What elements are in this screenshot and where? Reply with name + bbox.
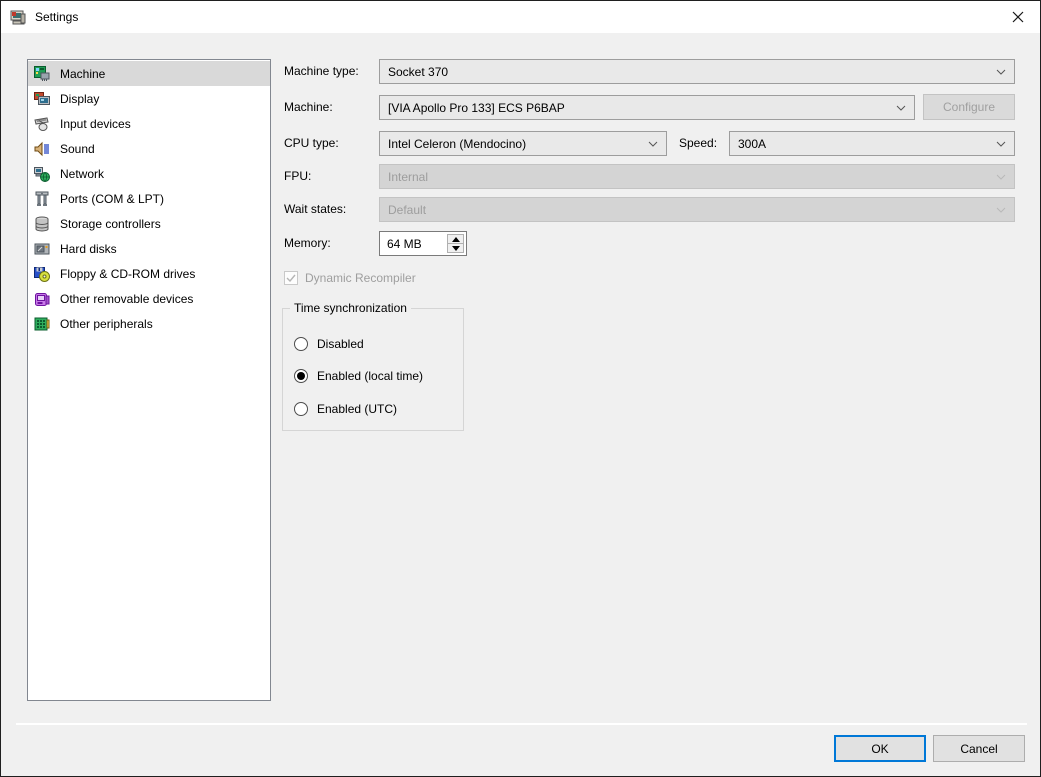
sidebar-item-label: Hard disks bbox=[60, 242, 117, 256]
close-button[interactable] bbox=[995, 1, 1040, 32]
sidebar-item-label: Network bbox=[60, 167, 104, 181]
speed-select[interactable]: 300A bbox=[729, 131, 1015, 156]
time-sync-legend: Time synchronization bbox=[290, 300, 411, 316]
checkbox-box bbox=[284, 271, 298, 285]
fpu-value: Internal bbox=[388, 170, 428, 184]
dynamic-recompiler-label: Dynamic Recompiler bbox=[305, 271, 416, 285]
input-devices-icon bbox=[34, 116, 50, 132]
sidebar-item-label: Ports (COM & LPT) bbox=[60, 192, 164, 206]
wait-states-label: Wait states: bbox=[284, 197, 346, 222]
wait-states-value: Default bbox=[388, 203, 426, 217]
footer-separator bbox=[16, 723, 1027, 725]
chevron-down-icon bbox=[648, 141, 658, 147]
machine-label: Machine: bbox=[284, 95, 333, 120]
sound-icon bbox=[34, 141, 50, 157]
sidebar-item-machine[interactable]: Machine bbox=[28, 61, 270, 86]
sidebar-item-hard-disks[interactable]: Hard disks bbox=[28, 236, 270, 261]
spin-up-button[interactable] bbox=[448, 235, 463, 244]
cancel-button[interactable]: Cancel bbox=[933, 735, 1025, 762]
spin-down-button[interactable] bbox=[448, 244, 463, 252]
arrow-up-icon bbox=[452, 237, 460, 242]
sidebar-item-display[interactable]: Display bbox=[28, 86, 270, 111]
speed-label: Speed: bbox=[679, 131, 717, 156]
ok-button[interactable]: OK bbox=[834, 735, 926, 762]
memory-spinner[interactable]: 64 MB bbox=[379, 231, 467, 256]
cpu-type-select[interactable]: Intel Celeron (Mendocino) bbox=[379, 131, 667, 156]
sidebar-item-removable-devices[interactable]: Other removable devices bbox=[28, 286, 270, 311]
sidebar-item-label: Input devices bbox=[60, 117, 131, 131]
storage-controllers-icon bbox=[34, 216, 50, 232]
close-icon bbox=[1012, 11, 1024, 23]
speed-value: 300A bbox=[738, 137, 766, 151]
spinner-buttons bbox=[447, 234, 464, 253]
sidebar-item-network[interactable]: Network bbox=[28, 161, 270, 186]
fpu-label: FPU: bbox=[284, 164, 311, 189]
sidebar-item-label: Floppy & CD-ROM drives bbox=[60, 267, 195, 281]
chevron-down-icon bbox=[996, 174, 1006, 180]
radio-disabled[interactable]: Disabled bbox=[294, 336, 364, 352]
sidebar-item-input-devices[interactable]: Input devices bbox=[28, 111, 270, 136]
sidebar-item-sound[interactable]: Sound bbox=[28, 136, 270, 161]
sidebar-item-peripherals[interactable]: Other peripherals bbox=[28, 311, 270, 336]
fpu-select: Internal bbox=[379, 164, 1015, 189]
sidebar-item-label: Machine bbox=[60, 67, 105, 81]
wait-states-select: Default bbox=[379, 197, 1015, 222]
radio-selected-icon bbox=[294, 369, 308, 383]
sidebar-item-storage-controllers[interactable]: Storage controllers bbox=[28, 211, 270, 236]
radio-label: Disabled bbox=[317, 337, 364, 351]
radio-icon bbox=[294, 337, 308, 351]
display-icon bbox=[34, 91, 50, 107]
category-list: Machine Display bbox=[27, 59, 271, 701]
radio-enabled-local[interactable]: Enabled (local time) bbox=[294, 368, 423, 384]
chevron-down-icon bbox=[896, 105, 906, 111]
machine-icon bbox=[34, 66, 50, 82]
memory-value: 64 MB bbox=[387, 237, 422, 251]
removable-devices-icon bbox=[34, 291, 50, 307]
memory-label: Memory: bbox=[284, 231, 331, 256]
machine-value: [VIA Apollo Pro 133] ECS P6BAP bbox=[388, 101, 565, 115]
chevron-down-icon bbox=[996, 141, 1006, 147]
sidebar-item-ports[interactable]: Ports (COM & LPT) bbox=[28, 186, 270, 211]
chevron-down-icon bbox=[996, 207, 1006, 213]
sidebar-item-floppy-cdrom[interactable]: Floppy & CD-ROM drives bbox=[28, 261, 270, 286]
radio-label: Enabled (UTC) bbox=[317, 402, 397, 416]
radio-icon bbox=[294, 402, 308, 416]
sidebar-item-label: Storage controllers bbox=[60, 217, 161, 231]
cpu-type-label: CPU type: bbox=[284, 131, 339, 156]
configure-button[interactable]: Configure bbox=[923, 94, 1015, 120]
window-title: Settings bbox=[35, 10, 78, 24]
check-icon bbox=[286, 274, 296, 282]
machine-select[interactable]: [VIA Apollo Pro 133] ECS P6BAP bbox=[379, 95, 915, 120]
sidebar-item-label: Sound bbox=[60, 142, 95, 156]
chevron-down-icon bbox=[996, 69, 1006, 75]
radio-label: Enabled (local time) bbox=[317, 369, 423, 383]
app-icon bbox=[10, 9, 27, 26]
network-icon bbox=[34, 166, 50, 182]
dynamic-recompiler-checkbox: Dynamic Recompiler bbox=[284, 270, 416, 286]
sidebar-item-label: Other peripherals bbox=[60, 317, 153, 331]
arrow-down-icon bbox=[452, 246, 460, 251]
sidebar-item-label: Display bbox=[60, 92, 99, 106]
settings-dialog: Settings Machine bbox=[0, 0, 1041, 777]
titlebar: Settings bbox=[1, 1, 1040, 33]
radio-enabled-utc[interactable]: Enabled (UTC) bbox=[294, 401, 397, 417]
peripherals-icon bbox=[34, 316, 50, 332]
hard-disks-icon bbox=[34, 241, 50, 257]
machine-type-value: Socket 370 bbox=[388, 65, 448, 79]
ports-icon bbox=[34, 191, 50, 207]
time-sync-group: Time synchronization Disabled Enabled (l… bbox=[282, 308, 464, 431]
machine-type-label: Machine type: bbox=[284, 59, 359, 84]
cpu-type-value: Intel Celeron (Mendocino) bbox=[388, 137, 526, 151]
floppy-cdrom-icon bbox=[34, 266, 50, 282]
sidebar-item-label: Other removable devices bbox=[60, 292, 193, 306]
machine-type-select[interactable]: Socket 370 bbox=[379, 59, 1015, 84]
